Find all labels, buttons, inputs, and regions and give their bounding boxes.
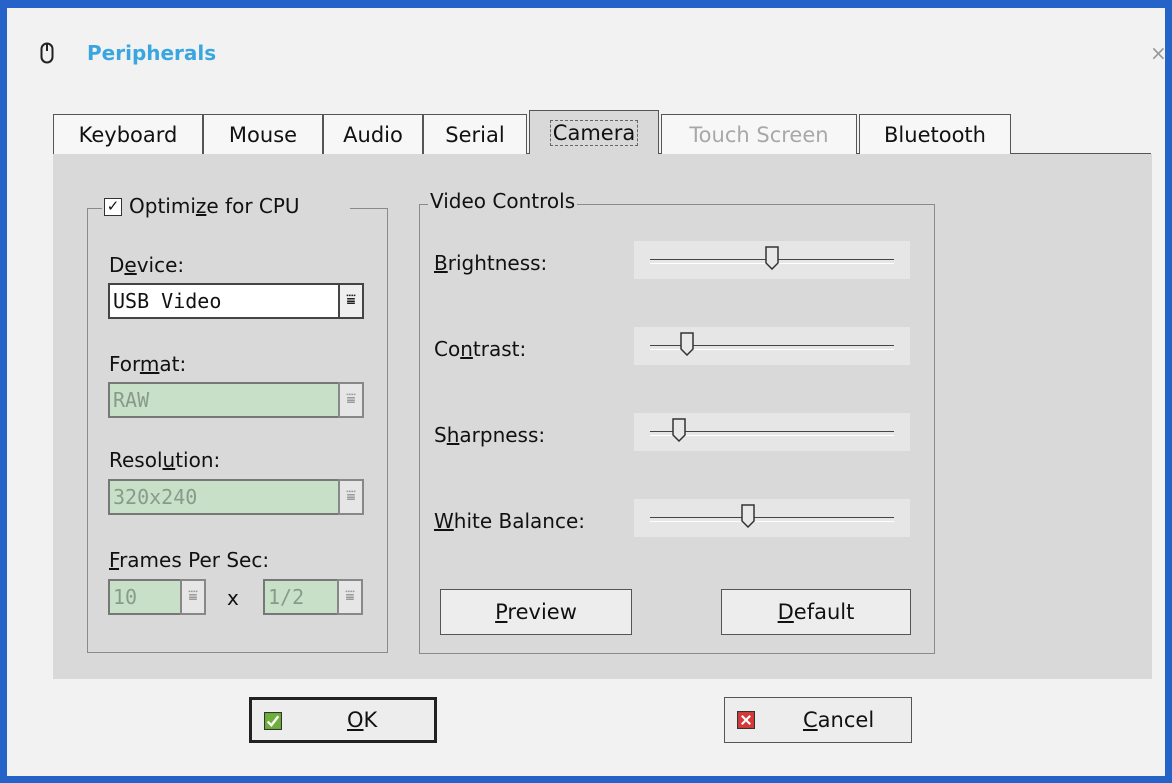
white-balance-track	[650, 517, 894, 522]
tab-keyboard[interactable]: Keyboard	[53, 114, 203, 154]
brightness-label: Brightness:	[434, 251, 548, 275]
dialog-title: Peripherals	[87, 41, 217, 65]
cancel-icon	[737, 711, 755, 729]
cancel-button[interactable]: Cancel	[724, 697, 912, 743]
sharpness-label: Sharpness:	[434, 423, 546, 447]
peripherals-dialog: Peripherals × ✓ Optimize for CPU Device:…	[0, 0, 1172, 783]
format-label: Format:	[109, 352, 187, 376]
tab-camera[interactable]: Camera	[529, 110, 659, 154]
preview-button[interactable]: Preview	[440, 589, 632, 635]
optimize-label: Optimize for CPU	[129, 194, 300, 218]
optimize-checkbox[interactable]: ✓	[104, 198, 122, 216]
white-balance-handle[interactable]	[740, 504, 755, 528]
tab-mouse[interactable]: Mouse	[203, 114, 323, 154]
white-balance-slider[interactable]	[634, 499, 910, 537]
ok-button[interactable]: OK	[249, 697, 437, 743]
default-button[interactable]: Default	[721, 589, 911, 635]
fps-separator: x	[227, 586, 239, 610]
tab-bluetooth[interactable]: Bluetooth	[859, 114, 1011, 154]
contrast-handle[interactable]	[679, 332, 694, 356]
optimize-group: ✓ Optimize for CPU Device: USB Video ⩸ F…	[87, 193, 388, 653]
brightness-handle[interactable]	[765, 246, 779, 270]
device-label: Device:	[109, 253, 185, 277]
video-controls-group: Video Controls Brightness: Contrast: Sha…	[419, 189, 935, 654]
fps-divider-dropdown-icon: ⩸	[337, 579, 363, 615]
close-icon[interactable]: ×	[1150, 41, 1167, 65]
sharpness-handle[interactable]	[672, 418, 687, 442]
fps-select: 10	[108, 579, 180, 615]
tab-label: Camera	[549, 120, 639, 146]
fps-label: Frames Per Sec:	[109, 548, 270, 572]
tab-label: Keyboard	[78, 123, 178, 147]
sharpness-track	[650, 431, 894, 436]
tab-label: Bluetooth	[884, 123, 986, 147]
tab-label: Touch Screen	[689, 123, 829, 147]
contrast-slider[interactable]	[634, 327, 910, 365]
format-select: RAW	[108, 382, 338, 418]
tab-label: Serial	[445, 123, 505, 147]
resolution-select: 320x240	[108, 479, 338, 515]
resolution-dropdown-icon: ⩸	[338, 479, 364, 515]
device-select[interactable]: USB Video	[108, 283, 338, 319]
format-dropdown-icon: ⩸	[338, 382, 364, 418]
tab-audio[interactable]: Audio	[323, 114, 423, 154]
resolution-label: Resolution:	[109, 448, 221, 472]
tab-label: Mouse	[228, 123, 298, 147]
white-balance-label: White Balance:	[434, 509, 586, 533]
fps-dropdown-icon: ⩸	[180, 579, 206, 615]
check-icon	[264, 712, 282, 730]
device-dropdown-icon[interactable]: ⩸	[338, 283, 364, 319]
video-controls-title: Video Controls	[428, 189, 578, 213]
optimize-checkbox-row[interactable]: ✓ Optimize for CPU	[102, 193, 350, 221]
fps-divider-select: 1/2	[263, 579, 337, 615]
camera-panel: ✓ Optimize for CPU Device: USB Video ⩸ F…	[53, 154, 1152, 679]
tab-touch-screen: Touch Screen	[661, 114, 857, 154]
contrast-label: Contrast:	[434, 337, 527, 361]
cancel-label: Cancel	[803, 708, 875, 732]
mouse-icon	[40, 42, 54, 64]
ok-label: OK	[347, 708, 378, 732]
tab-label: Audio	[343, 123, 403, 147]
brightness-slider[interactable]	[634, 241, 910, 279]
sharpness-slider[interactable]	[634, 413, 910, 451]
tab-serial[interactable]: Serial	[423, 114, 527, 154]
